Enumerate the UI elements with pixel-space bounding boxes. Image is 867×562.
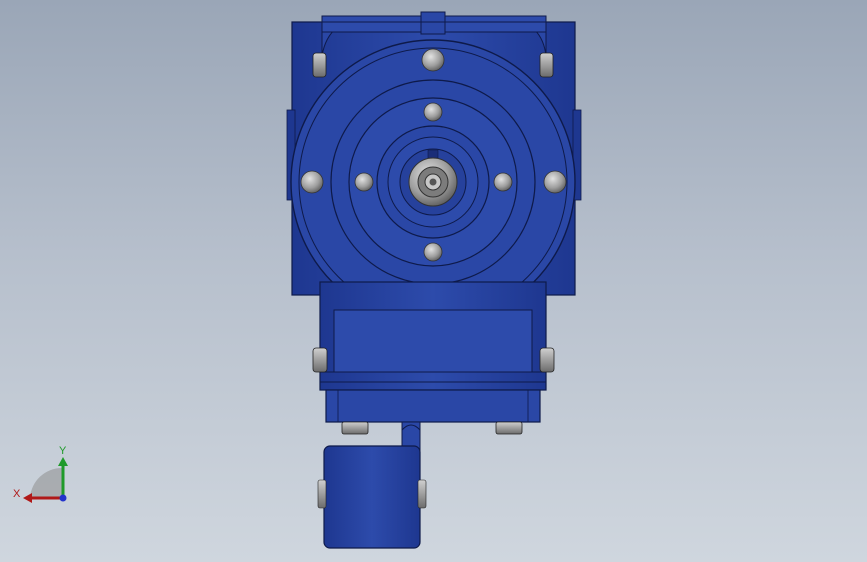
bolt <box>423 242 443 262</box>
bolt <box>539 347 555 373</box>
axis-triad: Y X <box>13 445 68 503</box>
bolt <box>312 347 328 373</box>
bolt <box>312 52 327 78</box>
cad-viewport[interactable]: Y X <box>0 0 867 562</box>
output-shaft <box>408 157 458 207</box>
gearbox-model[interactable] <box>0 0 867 562</box>
bolt <box>423 102 443 122</box>
motor-housing <box>317 445 427 549</box>
bolt <box>493 172 513 192</box>
bolt <box>341 421 369 435</box>
bolt <box>354 172 374 192</box>
y-axis-label: Y <box>59 445 67 457</box>
bolt <box>421 48 445 72</box>
mounting-bracket <box>312 281 555 435</box>
bolt <box>495 421 523 435</box>
bolt <box>539 52 554 78</box>
z-axis-dot <box>59 494 67 502</box>
x-axis-label: X <box>13 488 21 500</box>
bolt <box>543 170 567 194</box>
bolt <box>300 170 324 194</box>
